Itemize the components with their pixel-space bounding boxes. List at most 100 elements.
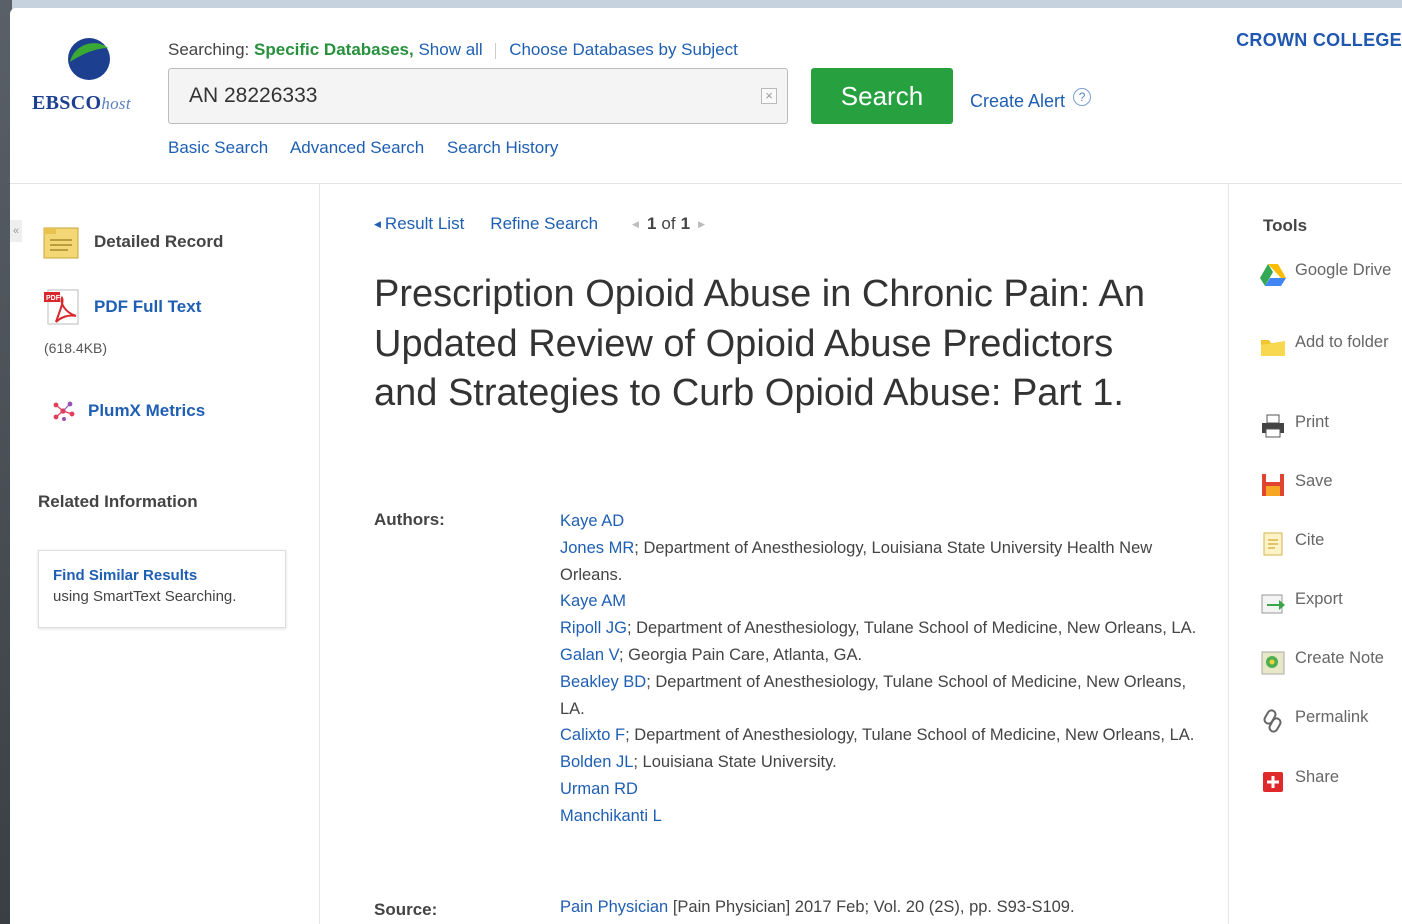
searching-label: Searching: [168,40,250,59]
author-entry: Ripoll JG; Department of Anesthesiology,… [560,615,1200,642]
tools-heading: Tools [1263,216,1308,235]
tool-label: Google Drive [1295,261,1392,279]
author-affiliation: ; Department of Anesthesiology, Tulane S… [626,619,1197,638]
source-value: Pain Physician [Pain Physician] 2017 Feb… [560,898,1075,917]
pager-current: 1 [646,214,657,233]
search-mode-links: Basic Search Advanced Search Search Hist… [168,138,576,158]
create-alert-link[interactable]: Create Alert [970,91,1065,111]
find-similar-link[interactable]: Find Similar Results [53,567,271,584]
author-link[interactable]: Calixto F [560,726,625,744]
pdf-icon: PDF [44,289,79,325]
plumx-metrics-link: PlumX Metrics [88,401,206,420]
author-entry: Bolden JL; Louisiana State University. [560,749,1200,776]
printer-icon [1262,414,1284,438]
detailed-record-icon [43,227,79,259]
google-drive-icon [1260,264,1286,286]
tool-label: Add to folder [1295,333,1389,351]
show-all-link[interactable]: Show all [418,40,482,59]
source-label: Source: [374,900,438,919]
tool-label: Export [1295,590,1343,608]
next-record-icon[interactable]: ▶ [698,219,705,230]
tool-add-to-folder[interactable]: Add to folder [1259,332,1402,360]
create-alert: Create Alert? [970,88,1092,112]
author-link[interactable]: Beakley BD [560,673,646,691]
author-link[interactable]: Ripoll JG [560,619,627,637]
related-information-heading: Related Information [38,492,198,511]
authors-list: Kaye AD Jones MR; Department of Anesthes… [560,508,1200,830]
back-arrow-icon: ◀ [374,218,381,229]
find-similar-subtext: using SmartText Searching. [53,588,237,605]
page: EBSCOhost Searching: Specific Databases,… [10,8,1402,924]
detailed-record-item[interactable]: Detailed Record [42,224,223,260]
search-input[interactable] [169,69,749,123]
plumx-metrics-item[interactable]: PlumX Metrics [50,400,205,422]
selected-databases: Specific Databases, [254,40,414,59]
tool-create-note[interactable]: Create Note [1259,648,1402,676]
basic-search-link[interactable]: Basic Search [168,138,268,157]
folder-icon [1261,340,1285,356]
author-link[interactable]: Urman RD [560,780,638,798]
author-affiliation: ; Department of Anesthesiology, Tulane S… [625,726,1195,745]
save-icon [1262,474,1284,496]
note-icon [1261,651,1285,675]
tool-label: Save [1295,472,1333,490]
tools-panel: Tools Google Drive Add to folder Print S… [1228,184,1402,924]
tool-label: Permalink [1295,708,1369,726]
tool-save[interactable]: Save [1259,471,1402,499]
tool-share[interactable]: Share [1259,767,1402,795]
author-link[interactable]: Kaye AM [560,592,626,610]
collapse-sidebar-icon[interactable]: « [10,220,22,242]
author-link[interactable]: Kaye AD [560,512,624,530]
author-link[interactable]: Galan V [560,646,619,664]
authors-label: Authors: [374,510,445,529]
source-details: [Pain Physician] 2017 Feb; Vol. 20 (2S),… [668,898,1075,916]
plumx-icon [53,401,75,421]
author-link[interactable]: Bolden JL [560,753,633,771]
detailed-record-label: Detailed Record [94,232,224,251]
tool-label: Print [1295,413,1329,431]
tool-cite[interactable]: Cite [1259,530,1402,558]
tool-export[interactable]: Export [1259,589,1402,617]
left-sidebar: « Detailed Record PDF PDF Full Text (618… [10,184,320,924]
search-button[interactable]: Search [811,68,953,124]
author-link[interactable]: Jones MR [560,539,634,557]
record-main: ◀ Result List Refine Search ◀ 1 of 1 ▶ P… [320,184,1228,924]
record-title: Prescription Opioid Abuse in Chronic Pai… [374,273,1145,414]
refine-search-link[interactable]: Refine Search [490,214,598,234]
tool-permalink[interactable]: Permalink [1259,707,1402,735]
pdf-full-text-link: PDF Full Text [94,297,202,316]
tool-print[interactable]: Print [1259,412,1402,440]
previous-record-icon[interactable]: ◀ [632,219,639,230]
search-box: × [168,68,788,124]
ebsco-globe-icon [68,38,110,80]
pager: ◀ 1 of 1 ▶ [624,214,713,234]
find-similar-box[interactable]: Find Similar Results using SmartText Sea… [38,550,286,628]
header: EBSCOhost Searching: Specific Databases,… [10,8,1402,184]
author-entry: Beakley BD; Department of Anesthesiology… [560,669,1200,723]
clear-search-icon[interactable]: × [761,88,777,104]
result-navigation: ◀ Result List Refine Search ◀ 1 of 1 ▶ [374,214,713,234]
advanced-search-link[interactable]: Advanced Search [290,138,424,157]
pdf-file-size: (618.4KB) [44,340,108,356]
export-icon [1261,594,1285,614]
author-entry: Urman RD [560,776,1200,803]
link-icon [1263,709,1282,733]
pdf-full-text-item[interactable]: PDF PDF Full Text [42,288,201,326]
result-list-link[interactable]: Result List [385,214,464,234]
help-icon[interactable]: ? [1073,88,1092,106]
svg-text:PDF: PDF [46,295,61,302]
author-entry: Kaye AD [560,508,1200,535]
author-affiliation: ; Department of Anesthesiology, Louisian… [560,538,1153,584]
tool-label: Create Note [1295,649,1384,667]
author-link[interactable]: Manchikanti L [560,807,662,825]
tool-label: Share [1295,768,1340,786]
author-entry: Calixto F; Department of Anesthesiology,… [560,722,1200,749]
author-entry: Jones MR; Department of Anesthesiology, … [560,535,1200,589]
window-frame-top [0,0,1402,8]
source-journal-link[interactable]: Pain Physician [560,898,668,916]
choose-databases-link[interactable]: Choose Databases by Subject [509,40,738,59]
author-affiliation: ; Louisiana State University. [633,753,837,772]
search-history-link[interactable]: Search History [447,138,558,157]
tool-google-drive[interactable]: Google Drive [1259,260,1402,288]
ebscohost-logo[interactable]: EBSCOhost [32,36,152,116]
